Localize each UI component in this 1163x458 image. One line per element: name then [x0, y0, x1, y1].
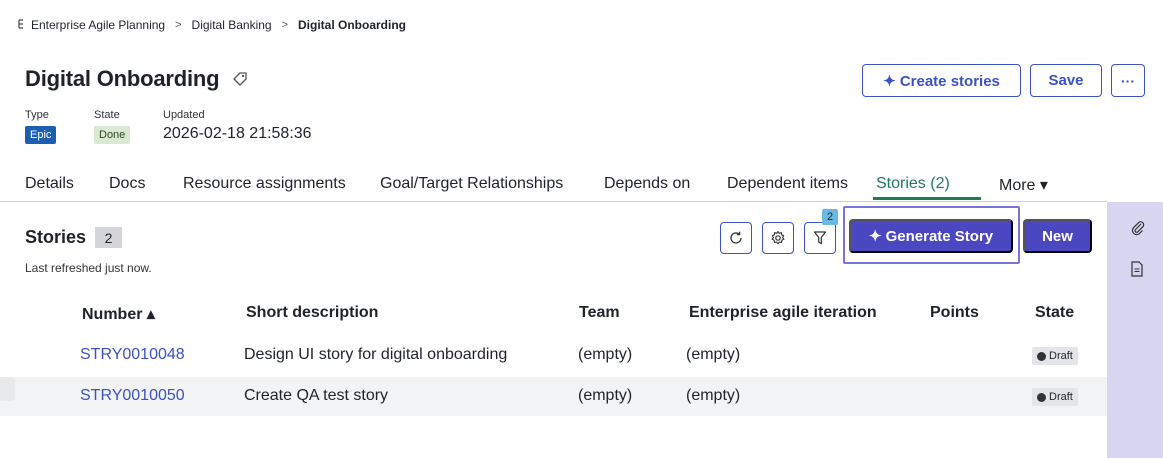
refresh-icon — [730, 231, 742, 244]
updated-value: 2026-02-18 21:58:36 — [163, 125, 312, 142]
state-pill: Draft — [1032, 347, 1078, 365]
state-pill: Draft — [1032, 388, 1078, 406]
column-header-team[interactable]: Team — [579, 304, 620, 322]
paperclip-icon[interactable] — [1130, 220, 1146, 236]
collapse-handle[interactable] — [0, 377, 15, 401]
state-badge: Done — [94, 126, 131, 144]
breadcrumb: Enterprise Agile Planning > Digital Bank… — [18, 18, 406, 32]
tab-docs[interactable]: Docs — [109, 175, 145, 193]
breadcrumb-item-1[interactable]: Enterprise Agile Planning — [31, 18, 165, 32]
table-row: STRY0010050 Create QA test story (empty)… — [0, 377, 1107, 416]
column-header-points[interactable]: Points — [930, 304, 979, 322]
more-actions-button[interactable]: ··· — [1111, 64, 1145, 97]
state-dot-icon — [1037, 392, 1046, 402]
tab-depends-on[interactable]: Depends on — [604, 175, 690, 193]
hierarchy-icon — [18, 18, 28, 32]
column-header-state[interactable]: State — [1035, 304, 1074, 322]
right-sidebar — [1107, 202, 1163, 458]
new-button[interactable]: New — [1023, 219, 1092, 253]
refresh-button[interactable] — [720, 222, 752, 254]
story-iteration: (empty) — [686, 387, 741, 404]
story-number-link[interactable]: STRY0010048 — [80, 346, 185, 364]
section-title: Stories — [25, 227, 87, 247]
table-row: STRY0010048 Design UI story for digital … — [0, 336, 1107, 375]
breadcrumb-item-2[interactable]: Digital Banking — [192, 18, 272, 32]
tab-resource-assignments[interactable]: Resource assignments — [183, 175, 346, 193]
create-stories-button[interactable]: ✦ Create stories — [862, 64, 1021, 97]
filter-icon — [813, 231, 827, 245]
filter-button[interactable] — [804, 222, 836, 254]
column-header-short-description[interactable]: Short description — [246, 304, 378, 322]
gear-icon — [771, 230, 785, 245]
tab-details[interactable]: Details — [25, 175, 74, 193]
story-number-link[interactable]: STRY0010050 — [80, 387, 185, 405]
state-label: State — [94, 109, 120, 121]
generate-story-button[interactable]: ✦ Generate Story — [849, 219, 1013, 253]
state-label: Draft — [1049, 391, 1073, 403]
column-header-number[interactable]: Number ▴ — [82, 304, 155, 324]
document-icon[interactable] — [1130, 261, 1144, 277]
story-iteration: (empty) — [686, 346, 741, 363]
active-tab-indicator — [873, 197, 981, 200]
breadcrumb-separator: > — [281, 19, 289, 31]
tab-divider — [0, 201, 1107, 202]
tab-stories[interactable]: Stories (2) — [876, 175, 950, 193]
state-dot-icon — [1037, 351, 1046, 361]
tab-goal-target-relationships[interactable]: Goal/Target Relationships — [380, 175, 563, 193]
type-badge: Epic — [25, 126, 57, 144]
story-team: (empty) — [578, 346, 633, 363]
last-refreshed-text: Last refreshed just now. — [25, 261, 152, 275]
story-description: Design UI story for digital onboarding — [244, 346, 508, 363]
column-header-iteration[interactable]: Enterprise agile iteration — [689, 304, 877, 322]
page-title: Digital Onboarding — [25, 66, 220, 91]
type-label: Type — [25, 109, 49, 121]
tab-more[interactable]: More ▾ — [999, 175, 1048, 195]
story-description: Create QA test story — [244, 387, 389, 404]
story-team: (empty) — [578, 387, 633, 404]
tab-bar: Details Docs Resource assignments Goal/T… — [0, 170, 1163, 202]
breadcrumb-item-current: Digital Onboarding — [298, 18, 407, 32]
tab-dependent-items[interactable]: Dependent items — [727, 175, 848, 193]
settings-button[interactable] — [762, 222, 794, 254]
title-row: Digital Onboarding — [25, 66, 249, 92]
save-button[interactable]: Save — [1030, 64, 1102, 97]
stories-count-badge: 2 — [95, 227, 122, 248]
state-label: Draft — [1049, 350, 1073, 362]
breadcrumb-separator: > — [175, 19, 182, 31]
filter-count-badge: 2 — [822, 209, 838, 225]
tag-icon[interactable] — [231, 70, 249, 88]
updated-label: Updated — [163, 109, 205, 121]
